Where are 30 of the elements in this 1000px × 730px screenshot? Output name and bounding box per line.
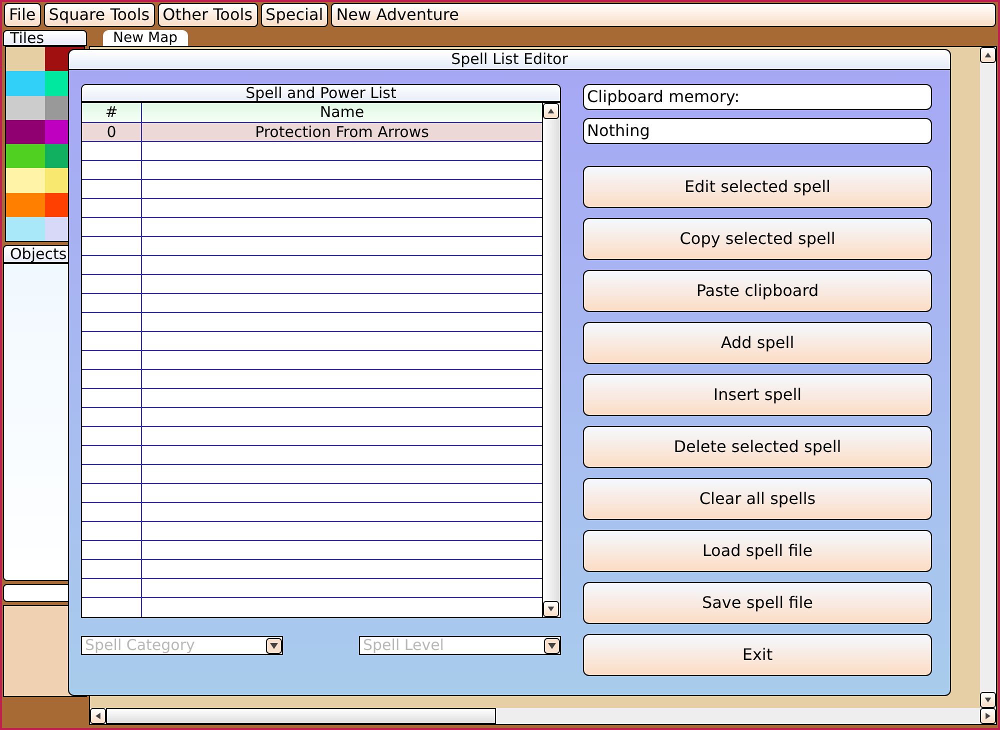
dialog-button[interactable]: Edit selected spell bbox=[583, 166, 932, 208]
column-header: Name bbox=[318, 103, 366, 122]
table-cell: 0 bbox=[82, 123, 142, 141]
map-tab[interactable]: New Map bbox=[103, 30, 188, 46]
clipboard-value: Nothing bbox=[583, 118, 932, 144]
spell-level-dropdown[interactable]: Spell Level bbox=[359, 636, 561, 655]
clipboard-label: Clipboard memory: bbox=[583, 84, 932, 110]
dropdown-input[interactable]: Spell Level bbox=[360, 634, 540, 657]
dialog-button[interactable]: Paste clipboard bbox=[583, 270, 932, 312]
menu-item[interactable]: Square Tools bbox=[44, 3, 155, 27]
dialog-button[interactable]: Clear all spells bbox=[583, 478, 932, 520]
dropdown-input[interactable]: Spell Category bbox=[82, 634, 262, 657]
dialog-title: Spell List Editor bbox=[69, 50, 950, 70]
dialog-button[interactable]: Load spell file bbox=[583, 530, 932, 572]
dialog-button[interactable]: Add spell bbox=[583, 322, 932, 364]
dialog-button[interactable]: Save spell file bbox=[583, 582, 932, 624]
list-title: Spell and Power List bbox=[81, 84, 561, 102]
dialog-button[interactable]: Copy selected spell bbox=[583, 218, 932, 260]
dialog-button[interactable]: Insert spell bbox=[583, 374, 932, 416]
menu-item[interactable]: Other Tools bbox=[158, 3, 258, 27]
menu-item[interactable]: New Adventure bbox=[331, 3, 996, 27]
menu-item[interactable]: File bbox=[4, 3, 41, 27]
menu-item[interactable]: Special bbox=[260, 3, 328, 27]
dialog-button[interactable]: Exit bbox=[583, 634, 932, 676]
column-header: # bbox=[82, 103, 142, 122]
spell-category-dropdown[interactable]: Spell Category bbox=[81, 636, 283, 655]
tiles-tab[interactable]: Tiles bbox=[3, 30, 87, 46]
spell-row[interactable]: 0 Protection From Arrows bbox=[82, 123, 542, 142]
table-cell-text: Protection From Arrows bbox=[254, 123, 430, 141]
dialog-button[interactable]: Delete selected spell bbox=[583, 426, 932, 468]
